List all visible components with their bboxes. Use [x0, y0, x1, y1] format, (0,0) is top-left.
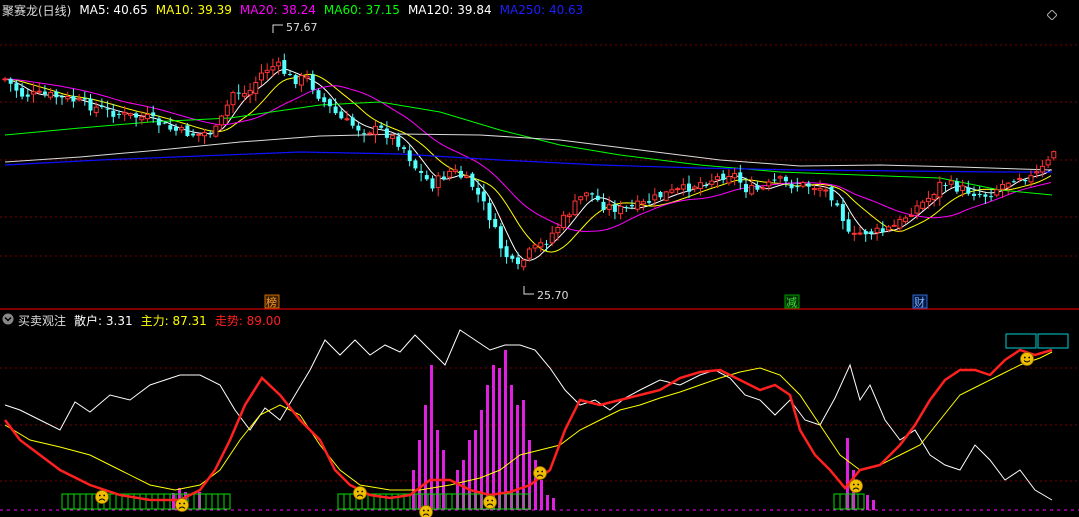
- candle: [213, 124, 219, 138]
- diamond-icon[interactable]: [1046, 5, 1058, 21]
- candle: [663, 190, 669, 202]
- ma120-label: MA120: 39.84: [407, 3, 492, 17]
- svg-text:减: 减: [786, 296, 797, 309]
- volume-bar: [486, 385, 489, 510]
- ma250-label: MA250: 40.63: [499, 3, 584, 17]
- volume-bar: [492, 365, 495, 510]
- volume-bar: [172, 493, 175, 510]
- main-header: 聚赛龙(日线) MA5: 40.65 MA10: 39.39 MA20: 38.…: [2, 1, 591, 19]
- volume-bar: [866, 495, 869, 510]
- high-price-label: 57.67: [286, 21, 318, 34]
- ma60-label: MA60: 37.15: [323, 3, 400, 17]
- sad-face-icon: [483, 495, 497, 509]
- volume-bar: [540, 480, 543, 510]
- sad-face-icon: [95, 490, 109, 504]
- svg-text:财: 财: [914, 295, 925, 309]
- svg-text:榜: 榜: [266, 295, 277, 309]
- event-marker-bang[interactable]: 榜: [264, 294, 280, 309]
- stock-title: 聚赛龙(日线): [2, 3, 72, 18]
- volume-bar: [872, 500, 875, 510]
- event-marker-cai[interactable]: 财: [912, 294, 928, 309]
- sad-face-icon: [849, 479, 863, 493]
- smile-face-icon: [1020, 352, 1034, 366]
- sub-title: 买卖观注: [18, 313, 67, 328]
- sad-face-icon: [533, 466, 547, 480]
- chevron-down-icon[interactable]: [2, 313, 14, 328]
- trend-label: 走势: 89.00: [214, 313, 282, 328]
- event-marker-jian[interactable]: 减: [784, 294, 800, 309]
- sad-face-icon: [175, 498, 189, 512]
- volume-bar: [436, 430, 439, 510]
- chart-stage: 57.67 25.70 榜 减 财: [0, 0, 1079, 517]
- volume-bar: [546, 495, 549, 510]
- sad-face-icon: [353, 486, 367, 500]
- volume-bar: [498, 368, 501, 510]
- volume-bar: [418, 440, 421, 510]
- volume-bar: [504, 350, 507, 510]
- sub-header: 买卖观注 散户: 3.31 主力: 87.31 走势: 89.00: [2, 311, 289, 329]
- main-force-label: 主力: 87.31: [140, 313, 207, 328]
- retail-label: 散户: 3.31: [74, 313, 133, 328]
- low-price-label: 25.70: [537, 289, 569, 302]
- sad-face-icon: [419, 505, 433, 517]
- ma5-label: MA5: 40.65: [79, 3, 148, 17]
- volume-bar: [552, 498, 555, 510]
- ma10-label: MA10: 39.39: [155, 3, 232, 17]
- ma20-label: MA20: 38.24: [239, 3, 316, 17]
